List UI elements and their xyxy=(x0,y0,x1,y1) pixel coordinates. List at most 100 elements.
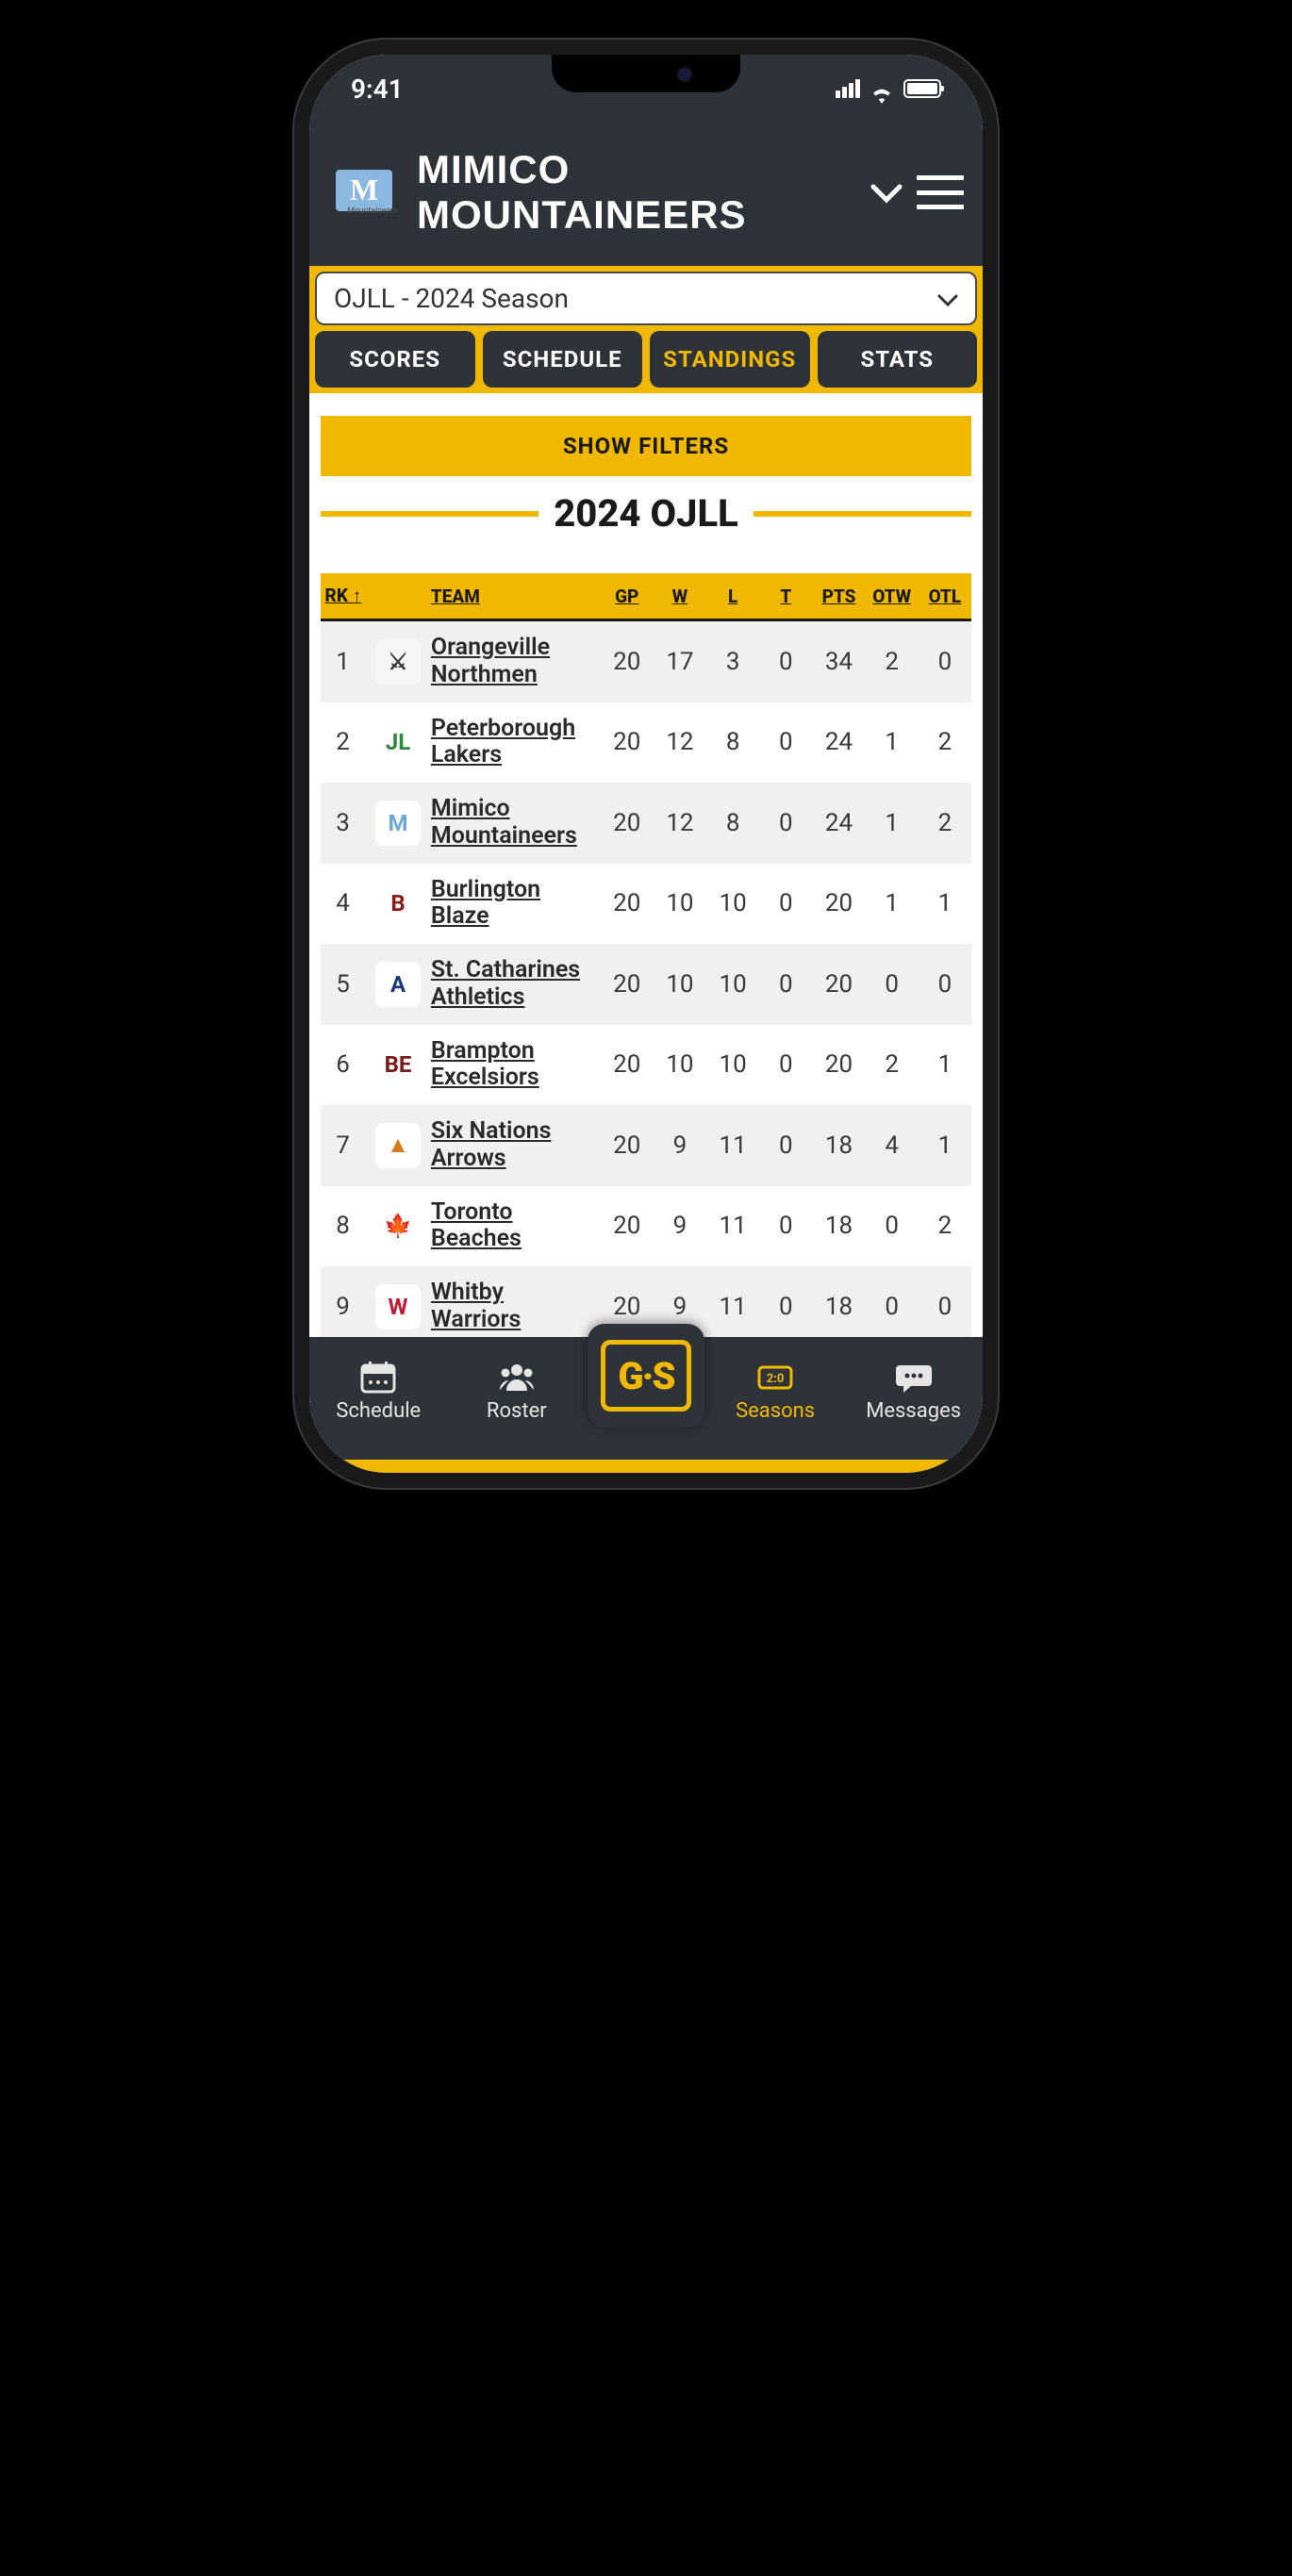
table-row: 8🍁Toronto Beaches2091101802 xyxy=(321,1186,971,1267)
cell-rank: 1 xyxy=(321,620,365,702)
cell-gp: 20 xyxy=(601,702,654,784)
nav-roster-label: Roster xyxy=(487,1399,547,1423)
cell-l: 10 xyxy=(706,864,759,945)
cell-t: 0 xyxy=(759,783,812,864)
cell-logo: M xyxy=(365,783,431,864)
table-row: 7▲Six Nations Arrows2091101841 xyxy=(321,1105,971,1186)
chat-icon xyxy=(894,1360,934,1394)
scoreboard-icon: 2:0 xyxy=(755,1360,795,1394)
cell-pts: 24 xyxy=(812,783,865,864)
nav-seasons[interactable]: 2:0 Seasons xyxy=(708,1360,843,1423)
cell-otl: 0 xyxy=(919,620,971,702)
cell-w: 17 xyxy=(654,620,706,702)
cell-logo: ⚔ xyxy=(365,620,431,702)
cell-otw: 1 xyxy=(866,864,919,945)
column-header-rank[interactable]: RK ↑ xyxy=(321,573,365,620)
cell-t: 0 xyxy=(759,1186,812,1267)
column-header-pts[interactable]: PTS xyxy=(812,573,865,620)
nav-center-button[interactable]: G·S xyxy=(588,1324,704,1428)
cell-pts: 18 xyxy=(812,1105,865,1186)
cell-logo: B xyxy=(365,864,431,945)
cell-pts: 34 xyxy=(812,620,865,702)
cell-t: 0 xyxy=(759,620,812,702)
bottom-nav: Schedule Roster G·S 2:0 Seasons xyxy=(309,1337,983,1460)
cell-w: 10 xyxy=(654,864,706,945)
cell-team-name[interactable]: Toronto Beaches xyxy=(431,1186,601,1267)
nav-messages[interactable]: Messages xyxy=(846,1360,981,1423)
cell-w: 12 xyxy=(654,702,706,784)
cell-otl: 0 xyxy=(919,1266,971,1337)
status-time: 9:41 xyxy=(351,74,404,105)
nav-schedule[interactable]: Schedule xyxy=(311,1360,446,1423)
sub-header: OJLL - 2024 Season SCORESSCHEDULESTANDIN… xyxy=(309,266,983,393)
cell-t: 0 xyxy=(759,1025,812,1106)
cell-gp: 20 xyxy=(601,1025,654,1106)
cell-team-name[interactable]: Burlington Blaze xyxy=(431,864,601,945)
cell-team-name[interactable]: St. Catharines Athletics xyxy=(431,944,601,1025)
cell-team-name[interactable]: Brampton Excelsiors xyxy=(431,1025,601,1106)
phone-notch xyxy=(552,55,740,92)
phone-screen: 9:41 M Mountaineers MIMICO MOUNTAINEERS xyxy=(309,55,983,1473)
cell-otl: 2 xyxy=(919,702,971,784)
nav-seasons-label: Seasons xyxy=(736,1399,815,1423)
cell-l: 8 xyxy=(706,702,759,784)
table-row: 2JLPeterborough Lakers2012802412 xyxy=(321,702,971,784)
cell-gp: 20 xyxy=(601,944,654,1025)
cell-otl: 0 xyxy=(919,944,971,1025)
cell-logo: BE xyxy=(365,1025,431,1106)
cell-rank: 9 xyxy=(321,1266,365,1337)
tab-schedule[interactable]: SCHEDULE xyxy=(483,331,643,388)
cell-pts: 20 xyxy=(812,1025,865,1106)
column-header-t[interactable]: T xyxy=(759,573,812,620)
cell-otw: 0 xyxy=(866,1266,919,1337)
tab-scores[interactable]: SCORES xyxy=(315,331,475,388)
nav-messages-label: Messages xyxy=(866,1399,961,1423)
cell-w: 10 xyxy=(654,1025,706,1106)
team-logo-icon: B xyxy=(375,881,421,926)
cell-gp: 20 xyxy=(601,1186,654,1267)
cell-pts: 18 xyxy=(812,1186,865,1267)
cell-otw: 1 xyxy=(866,783,919,864)
hamburger-menu-icon[interactable] xyxy=(917,175,964,209)
column-header-l[interactable]: L xyxy=(706,573,759,620)
standings-table: RK ↑ TEAM GP W L T PTS OTW OTL 1⚔Orangev… xyxy=(321,573,971,1337)
season-select[interactable]: OJLL - 2024 Season xyxy=(315,272,977,325)
show-filters-button[interactable]: SHOW FILTERS xyxy=(321,416,971,476)
content-area: SHOW FILTERS 2024 OJLL RK ↑ TEAM GP W L … xyxy=(309,393,983,1337)
cell-team-name[interactable]: Mimico Mountaineers xyxy=(431,783,601,864)
column-header-otw[interactable]: OTW xyxy=(866,573,919,620)
column-header-logo xyxy=(365,573,431,620)
column-header-gp[interactable]: GP xyxy=(601,573,654,620)
wifi-icon xyxy=(870,79,894,98)
team-logo-icon: W xyxy=(375,1284,421,1329)
cell-rank: 5 xyxy=(321,944,365,1025)
cell-rank: 8 xyxy=(321,1186,365,1267)
header-team-title: MIMICO MOUNTAINEERS xyxy=(417,147,856,238)
cell-team-name[interactable]: Six Nations Arrows xyxy=(431,1105,601,1186)
nav-roster[interactable]: Roster xyxy=(449,1360,584,1423)
team-logo-icon: ▲ xyxy=(375,1123,421,1168)
column-header-w[interactable]: W xyxy=(654,573,706,620)
cell-otw: 0 xyxy=(866,1186,919,1267)
cell-l: 11 xyxy=(706,1266,759,1337)
team-dropdown-chevron-icon[interactable] xyxy=(870,172,903,213)
cell-pts: 20 xyxy=(812,944,865,1025)
cell-team-name[interactable]: Whitby Warriors xyxy=(431,1266,601,1337)
cell-w: 12 xyxy=(654,783,706,864)
cell-otl: 1 xyxy=(919,1105,971,1186)
column-header-team[interactable]: TEAM xyxy=(431,573,601,620)
cell-l: 3 xyxy=(706,620,759,702)
svg-text:Mountaineers: Mountaineers xyxy=(347,206,398,216)
cell-team-name[interactable]: Orangeville Northmen xyxy=(431,620,601,702)
table-row: 6BEBrampton Excelsiors20101002021 xyxy=(321,1025,971,1106)
cell-team-name[interactable]: Peterborough Lakers xyxy=(431,702,601,784)
tab-stats[interactable]: STATS xyxy=(818,331,978,388)
team-logo-icon: M xyxy=(375,801,421,846)
standings-header-row: RK ↑ TEAM GP W L T PTS OTW OTL xyxy=(321,573,971,620)
cell-l: 11 xyxy=(706,1186,759,1267)
cell-w: 10 xyxy=(654,944,706,1025)
tab-standings[interactable]: STANDINGS xyxy=(650,331,810,388)
column-header-otl[interactable]: OTL xyxy=(919,573,971,620)
section-title: 2024 OJLL xyxy=(554,491,738,536)
battery-icon xyxy=(903,79,941,98)
